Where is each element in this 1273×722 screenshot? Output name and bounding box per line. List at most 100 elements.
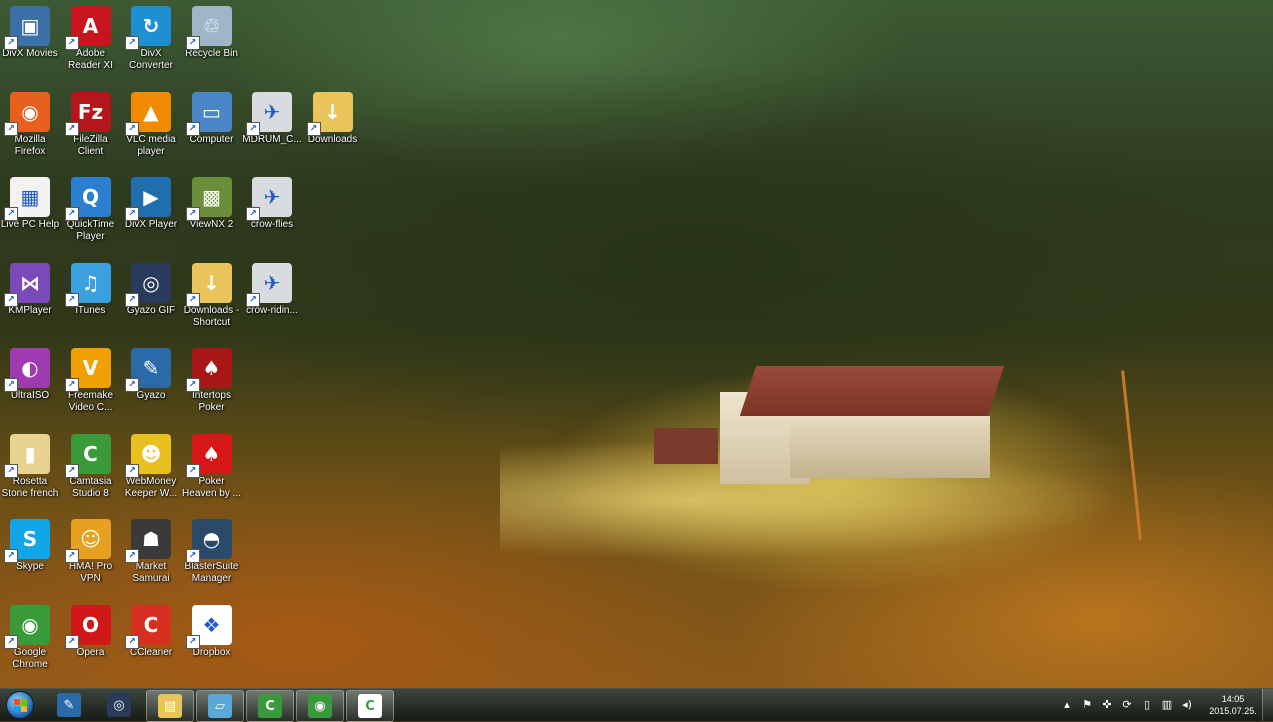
desktop-icon[interactable]: O ↗ Opera: [60, 601, 122, 659]
icon-glyph: ☺: [80, 527, 101, 551]
firefox-icon: ◉ ↗: [4, 91, 50, 136]
taskbar-button[interactable]: ▤: [146, 690, 194, 722]
clock[interactable]: 14:05 2015.07.25.: [1207, 693, 1259, 717]
desktop-icon[interactable]: ▦ ↗ Live PC Help: [0, 173, 61, 231]
icon-glyph: ♠: [202, 441, 221, 466]
desktop-icon[interactable]: ☗ ↗ Market Samurai: [120, 515, 182, 585]
shortcut-arrow-icon: ↗: [125, 378, 139, 392]
brick-shed: [654, 428, 718, 464]
desktop-icon[interactable]: C ↗ Camtasia Studio 8: [60, 430, 122, 500]
desktop-icon[interactable]: ◎ ↗ Gyazo GIF: [120, 259, 182, 317]
taskbar-button[interactable]: ◎: [96, 690, 142, 720]
desktop-icon[interactable]: ↻ ↗ DivX Converter: [120, 2, 182, 72]
icon-glyph: ▩: [202, 185, 221, 209]
desktop-icon[interactable]: S ↗ Skype: [0, 515, 61, 573]
desktop-icon[interactable]: ▲ ↗ VLC media player: [120, 88, 182, 158]
shortcut-arrow-icon: ↗: [64, 549, 79, 563]
desktop-icon[interactable]: ▮ ↗ Rosetta Stone french: [0, 430, 61, 500]
desktop-icon[interactable]: ♠ ↗ Poker Heaven by ...: [181, 430, 243, 500]
utility-pole: [1121, 370, 1142, 540]
divx-movies-icon: ▣ ↗: [4, 6, 50, 50]
desktop-icon[interactable]: Fz ↗ FileZilla Client: [60, 88, 122, 158]
desktop-icon[interactable]: ♠ ↗ Intertops Poker: [181, 344, 243, 414]
taskbar-button[interactable]: C: [246, 690, 294, 722]
shortcut-arrow-icon: ↗: [185, 634, 200, 649]
desktop-icon[interactable]: ♫ ↗ iTunes: [60, 259, 122, 317]
itunes-icon: ♫ ↗: [64, 262, 111, 307]
desktop-icon-label: WebMoney Keeper W...: [124, 475, 178, 499]
icon-glyph: ▦: [20, 185, 40, 209]
desktop-icon[interactable]: ↓ ↗ Downloads - Shortcut: [181, 259, 243, 329]
desktop-icon[interactable]: ↓ ↗ Downloads: [302, 88, 364, 146]
icon-glyph: ▭: [202, 99, 221, 124]
taskbar-button[interactable]: C: [346, 690, 394, 722]
desktop-icon[interactable]: ◉ ↗ Mozilla Firefox: [0, 88, 61, 158]
desktop-icon[interactable]: ♲ ↗ Recycle Bin: [181, 2, 243, 60]
desktop-icon[interactable]: ◉ ↗ Google Chrome: [0, 601, 61, 671]
desktop-icon[interactable]: ◓ ↗ BlasterSuite Manager: [181, 515, 243, 585]
desktop-icon[interactable]: ▭ ↗ Computer: [181, 88, 243, 146]
action-center-flag-icon[interactable]: ⚑: [1081, 699, 1093, 711]
shortcut-arrow-icon: ↗: [4, 36, 18, 50]
icon-glyph: V: [82, 356, 99, 380]
image-thumbnail-icon: ✈ ↗: [246, 262, 292, 307]
desktop-icon[interactable]: ✈ ↗ crow-ridin...: [241, 259, 303, 317]
desktop-icon[interactable]: ❖ ↗ Dropbox: [181, 601, 243, 659]
clock-date: 2015.07.25.: [1209, 706, 1257, 716]
market-samurai-icon: ☗ ↗: [125, 519, 171, 563]
shortcut-arrow-icon: ↗: [125, 634, 139, 649]
desktop-icon[interactable]: ◐ ↗ UltraISO: [0, 344, 61, 402]
camtasia-taskbar-icon: C: [258, 694, 282, 718]
desktop-icon-label: Market Samurai: [132, 561, 170, 584]
computer-icon: ▭ ↗: [185, 91, 232, 136]
tray-icons: ▴ ⚑ ✜ ⟳ ▯ ▥ ◂): [1057, 699, 1197, 711]
opera-icon: O ↗: [64, 604, 111, 649]
gyazo-gif-icon: ◎ ↗: [125, 262, 171, 307]
desktop-icon[interactable]: ☻ ↗ WebMoney Keeper W...: [120, 430, 182, 500]
chrome-icon: ◉ ↗: [4, 604, 50, 649]
shortcut-arrow-icon: ↗: [125, 121, 139, 136]
volume-icon[interactable]: ◂): [1181, 699, 1193, 711]
desktop-icon[interactable]: ✎ ↗ Gyazo: [120, 344, 182, 402]
icon-glyph: ▶: [143, 185, 159, 209]
desktop-icon[interactable]: ⋈ ↗ KMPlayer: [0, 259, 61, 317]
desktop-icon-label: Adobe Reader XI: [67, 48, 114, 71]
taskbar-button[interactable]: ✎: [46, 690, 92, 720]
system-tray: ▴ ⚑ ✜ ⟳ ▯ ▥ ◂) 14:05 2015.07.25.: [1057, 689, 1259, 721]
shortcut-arrow-icon: ↗: [185, 378, 200, 392]
gyazo-taskbar-icon: ✎: [57, 693, 81, 717]
desktop-icon[interactable]: C ↗ CCleaner: [120, 601, 182, 659]
hma-vpn-icon: ☺ ↗: [64, 519, 111, 563]
icon-glyph: ↻: [142, 14, 160, 38]
shortcut-arrow-icon: ↗: [125, 549, 139, 563]
icon-glyph: ☗: [142, 527, 160, 551]
sync-icon[interactable]: ⟳: [1121, 699, 1133, 711]
kmplayer-icon: ⋈ ↗: [4, 262, 50, 307]
network-icon[interactable]: ▥: [1161, 699, 1173, 711]
usb-device-icon[interactable]: ▯: [1141, 699, 1153, 711]
show-hidden-icons-icon[interactable]: ▴: [1061, 699, 1073, 711]
downloads-shortcut-icon: ↓ ↗: [185, 262, 232, 307]
desktop-icon[interactable]: Q ↗ QuickTime Player: [60, 173, 122, 243]
shortcut-arrow-icon: ↗: [185, 292, 200, 307]
desktop-icon[interactable]: ✈ ↗ crow-flies: [241, 173, 303, 231]
start-button[interactable]: [2, 690, 38, 720]
divx-player-icon: ▶ ↗: [125, 177, 171, 221]
desktop-icon[interactable]: ✈ ↗ MDRUM_C...: [241, 88, 303, 146]
taskbar-button[interactable]: ◉: [296, 690, 344, 722]
show-desktop-button[interactable]: [1262, 689, 1273, 721]
security-icon[interactable]: ✜: [1101, 699, 1113, 711]
icon-glyph: ✈: [263, 185, 281, 209]
desktop-icon[interactable]: ▣ ↗ DivX Movies: [0, 2, 61, 60]
desktop-icon[interactable]: A ↗ Adobe Reader XI: [60, 2, 122, 72]
desktop-icon[interactable]: ▩ ↗ ViewNX 2: [181, 173, 243, 231]
icon-glyph: Fz: [77, 99, 104, 124]
desktop-icon[interactable]: ▶ ↗ DivX Player: [120, 173, 182, 231]
desktop-icon[interactable]: V ↗ Freemake Video C...: [60, 344, 122, 414]
shortcut-arrow-icon: ↗: [185, 463, 200, 478]
gyazo-gif-taskbar-icon: ◎: [107, 693, 131, 717]
desktop-icon[interactable]: ☺ ↗ HMA! Pro VPN: [60, 515, 122, 585]
icon-glyph: ↓: [203, 270, 220, 295]
taskbar-button[interactable]: ▱: [196, 690, 244, 722]
shortcut-arrow-icon: ↗: [64, 292, 79, 307]
